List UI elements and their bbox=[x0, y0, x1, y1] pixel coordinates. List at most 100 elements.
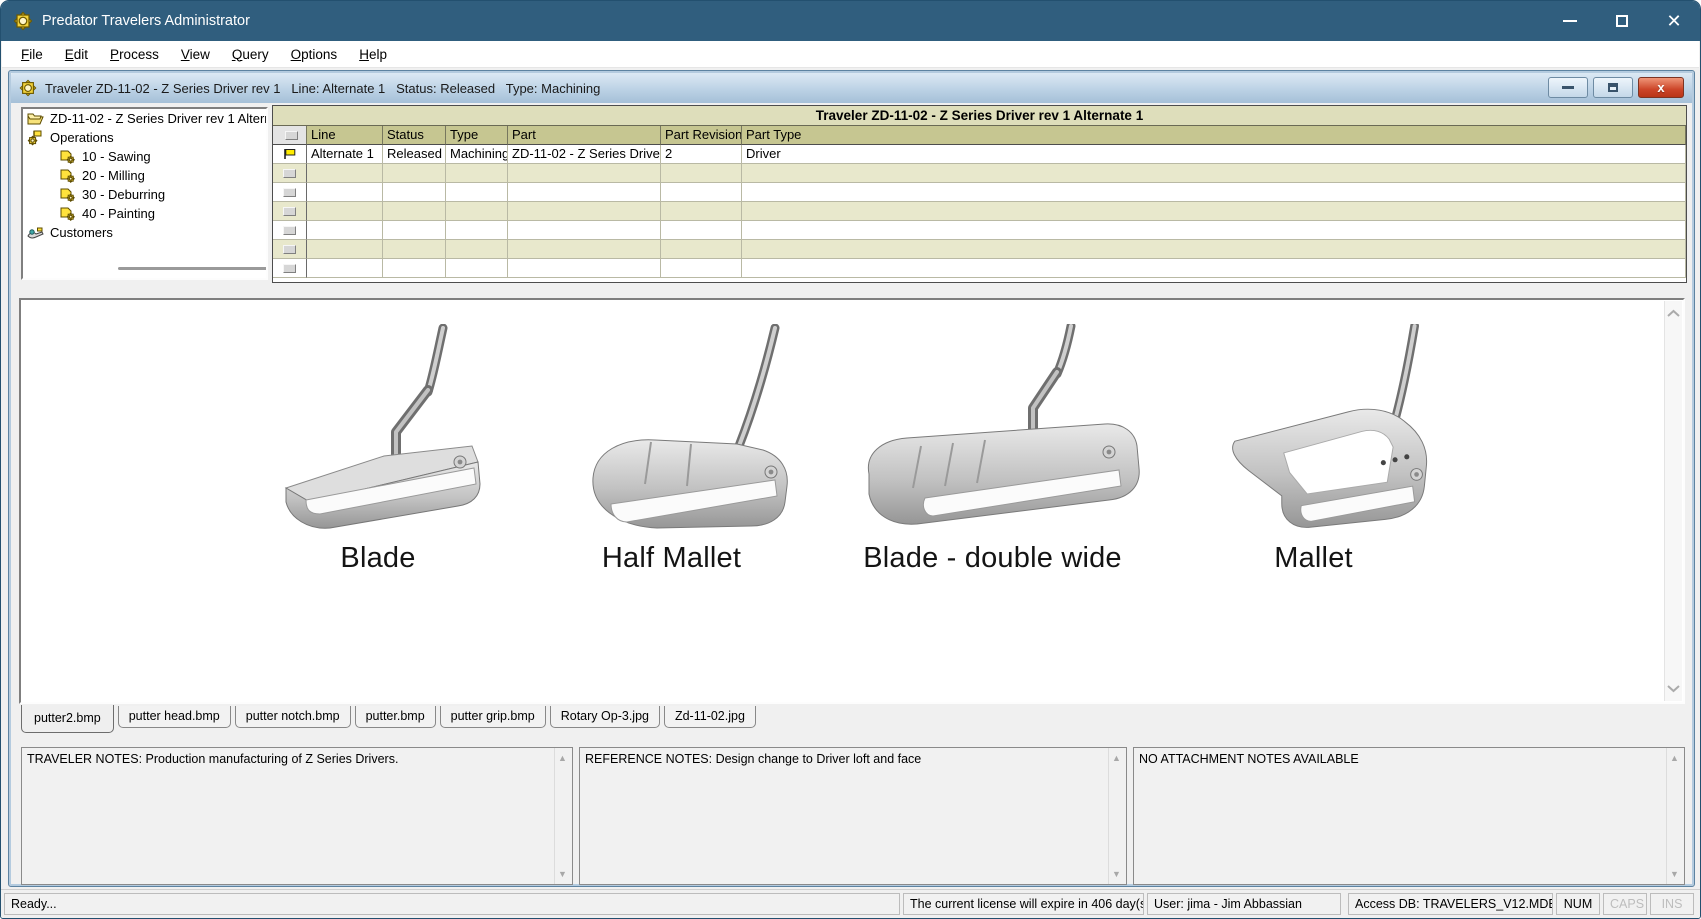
tab-putter2-bmp[interactable]: putter2.bmp bbox=[21, 705, 114, 733]
menu-view[interactable]: View bbox=[170, 43, 221, 66]
attachment-notes-text: NO ATTACHMENT NOTES AVAILABLE bbox=[1134, 748, 1684, 766]
tree-item-customers[interactable]: Customers bbox=[23, 223, 266, 242]
cell-part[interactable]: ZD-11-02 - Z Series Driver bbox=[508, 145, 661, 164]
tree-item-op-40-painting[interactable]: 40 - Painting bbox=[23, 204, 266, 223]
traveler-restore-icon bbox=[1608, 83, 1618, 92]
scroll-down-icon[interactable]: ▼ bbox=[558, 869, 567, 879]
status-database: Access DB: TRAVELERS_V12.MDB bbox=[1348, 893, 1553, 915]
menu-options[interactable]: Options bbox=[280, 43, 349, 66]
column-header-status[interactable]: Status bbox=[383, 126, 446, 145]
menu-help[interactable]: Help bbox=[348, 43, 398, 66]
current-row-flag-icon bbox=[282, 148, 297, 160]
cell-line[interactable]: Alternate 1 bbox=[307, 145, 383, 164]
tree-item-label: Operations bbox=[50, 130, 114, 145]
column-header-part-revision[interactable]: Part Revision bbox=[661, 126, 742, 145]
predator-travelers-administrator-window: Predator Travelers Administrator ✕ File … bbox=[0, 0, 1701, 919]
cell-part-type[interactable]: Driver bbox=[742, 145, 1686, 164]
tab-zd-11-02-jpg[interactable]: Zd-11-02.jpg bbox=[664, 706, 756, 728]
scroll-up-icon[interactable]: ▲ bbox=[558, 753, 567, 763]
grid-corner-cell[interactable] bbox=[273, 126, 307, 145]
putter-figures: Blade bbox=[21, 300, 1683, 575]
close-button[interactable]: ✕ bbox=[1648, 1, 1700, 41]
grid-empty-row[interactable] bbox=[273, 202, 1686, 221]
scroll-up-icon[interactable] bbox=[1667, 309, 1680, 318]
row-selector-cell[interactable] bbox=[273, 240, 307, 259]
operation-icon bbox=[59, 149, 76, 165]
traveler-close-button[interactable]: x bbox=[1638, 77, 1684, 98]
status-license: The current license will expire in 406 d… bbox=[903, 893, 1144, 915]
column-header-part-type[interactable]: Part Type bbox=[742, 126, 1686, 145]
traveler-window-title: Traveler ZD-11-02 - Z Series Driver rev … bbox=[45, 81, 600, 96]
tree-horizontal-scrollbar[interactable] bbox=[118, 267, 268, 270]
column-header-part[interactable]: Part bbox=[508, 126, 661, 145]
menu-query[interactable]: Query bbox=[221, 43, 280, 66]
traveler-grid: Traveler ZD-11-02 - Z Series Driver rev … bbox=[272, 105, 1687, 283]
row-selector-cell[interactable] bbox=[273, 202, 307, 221]
grid-data-row[interactable]: Alternate 1 Released Machining ZD-11-02 … bbox=[273, 145, 1686, 164]
reference-notes-scrollbar[interactable]: ▲ ▼ bbox=[1108, 748, 1126, 884]
row-selector-cell[interactable] bbox=[273, 183, 307, 202]
figure-half-mallet: Half Mallet bbox=[547, 324, 797, 575]
minimize-button[interactable] bbox=[1544, 1, 1596, 41]
predator-gear-icon bbox=[13, 11, 33, 31]
grid-empty-row[interactable] bbox=[273, 259, 1686, 278]
traveler-close-icon: x bbox=[1657, 80, 1664, 95]
row-selector-cell[interactable] bbox=[273, 221, 307, 240]
traveler-notes-panel[interactable]: TRAVELER NOTES: Production manufacturing… bbox=[21, 747, 573, 885]
attachment-notes-panel[interactable]: NO ATTACHMENT NOTES AVAILABLE ▲ ▼ bbox=[1133, 747, 1685, 885]
row-selector-cell[interactable] bbox=[273, 145, 307, 164]
cell-part-revision[interactable]: 2 bbox=[661, 145, 742, 164]
status-caps-lock: CAPS bbox=[1603, 893, 1647, 915]
grid-empty-row[interactable] bbox=[273, 164, 1686, 183]
tree-item-op-30-deburring[interactable]: 30 - Deburring bbox=[23, 185, 266, 204]
tab-putter-bmp[interactable]: putter.bmp bbox=[355, 706, 436, 728]
scroll-down-icon[interactable]: ▼ bbox=[1112, 869, 1121, 879]
grid-empty-row[interactable] bbox=[273, 221, 1686, 240]
row-selector-cell[interactable] bbox=[273, 259, 307, 278]
traveler-notes-text: TRAVELER NOTES: Production manufacturing… bbox=[22, 748, 572, 766]
column-header-type[interactable]: Type bbox=[446, 126, 508, 145]
menu-edit[interactable]: Edit bbox=[54, 43, 99, 66]
grid-empty-row[interactable] bbox=[273, 240, 1686, 259]
maximize-button[interactable] bbox=[1596, 1, 1648, 41]
tab-rotary-op-3-jpg[interactable]: Rotary Op-3.jpg bbox=[550, 706, 660, 728]
viewer-vertical-scrollbar[interactable] bbox=[1664, 301, 1682, 701]
attachment-notes-scrollbar[interactable]: ▲ ▼ bbox=[1666, 748, 1684, 884]
column-header-line[interactable]: Line bbox=[307, 126, 383, 145]
tree-item-traveler-root[interactable]: ZD-11-02 - Z Series Driver rev 1 Altern bbox=[23, 109, 266, 128]
figure-blade: Blade bbox=[246, 324, 511, 575]
traveler-tree-panel: ZD-11-02 - Z Series Driver rev 1 Altern … bbox=[21, 107, 268, 280]
traveler-folder-icon bbox=[27, 111, 44, 127]
tree-item-label: Customers bbox=[50, 225, 113, 240]
tree-item-op-20-milling[interactable]: 20 - Milling bbox=[23, 166, 266, 185]
scroll-up-icon[interactable]: ▲ bbox=[1670, 753, 1679, 763]
scroll-down-icon[interactable]: ▼ bbox=[1670, 869, 1679, 879]
tree-item-op-10-sawing[interactable]: 10 - Sawing bbox=[23, 147, 266, 166]
tab-putter-grip-bmp[interactable]: putter grip.bmp bbox=[440, 706, 546, 728]
cell-status[interactable]: Released bbox=[383, 145, 446, 164]
menu-file[interactable]: File bbox=[10, 43, 54, 66]
row-selector-cell[interactable] bbox=[273, 164, 307, 183]
tab-putter-head-bmp[interactable]: putter head.bmp bbox=[118, 706, 231, 728]
blade-putter-image bbox=[246, 324, 511, 534]
tree-item-label: 20 - Milling bbox=[82, 168, 145, 183]
figure-caption: Blade - double wide bbox=[863, 542, 1122, 575]
grid-empty-row[interactable] bbox=[273, 183, 1686, 202]
cell-type[interactable]: Machining bbox=[446, 145, 508, 164]
notes-row: TRAVELER NOTES: Production manufacturing… bbox=[21, 747, 1685, 885]
traveler-minimize-button[interactable] bbox=[1548, 77, 1588, 98]
tree-item-operations[interactable]: Operations bbox=[23, 128, 266, 147]
traveler-minimize-icon bbox=[1562, 86, 1574, 89]
scroll-down-icon[interactable] bbox=[1667, 684, 1680, 693]
operation-icon bbox=[59, 168, 76, 184]
reference-notes-panel[interactable]: REFERENCE NOTES: Design change to Driver… bbox=[579, 747, 1127, 885]
row-selector-button bbox=[283, 169, 296, 178]
menu-process[interactable]: Process bbox=[99, 43, 170, 66]
traveler-restore-button[interactable] bbox=[1593, 77, 1633, 98]
scroll-up-icon[interactable]: ▲ bbox=[1112, 753, 1121, 763]
status-num-lock: NUM bbox=[1556, 893, 1600, 915]
tab-putter-notch-bmp[interactable]: putter notch.bmp bbox=[235, 706, 351, 728]
blade-double-wide-putter-image bbox=[833, 324, 1153, 534]
attachment-viewer: Blade bbox=[19, 298, 1685, 704]
traveler-notes-scrollbar[interactable]: ▲ ▼ bbox=[554, 748, 572, 884]
